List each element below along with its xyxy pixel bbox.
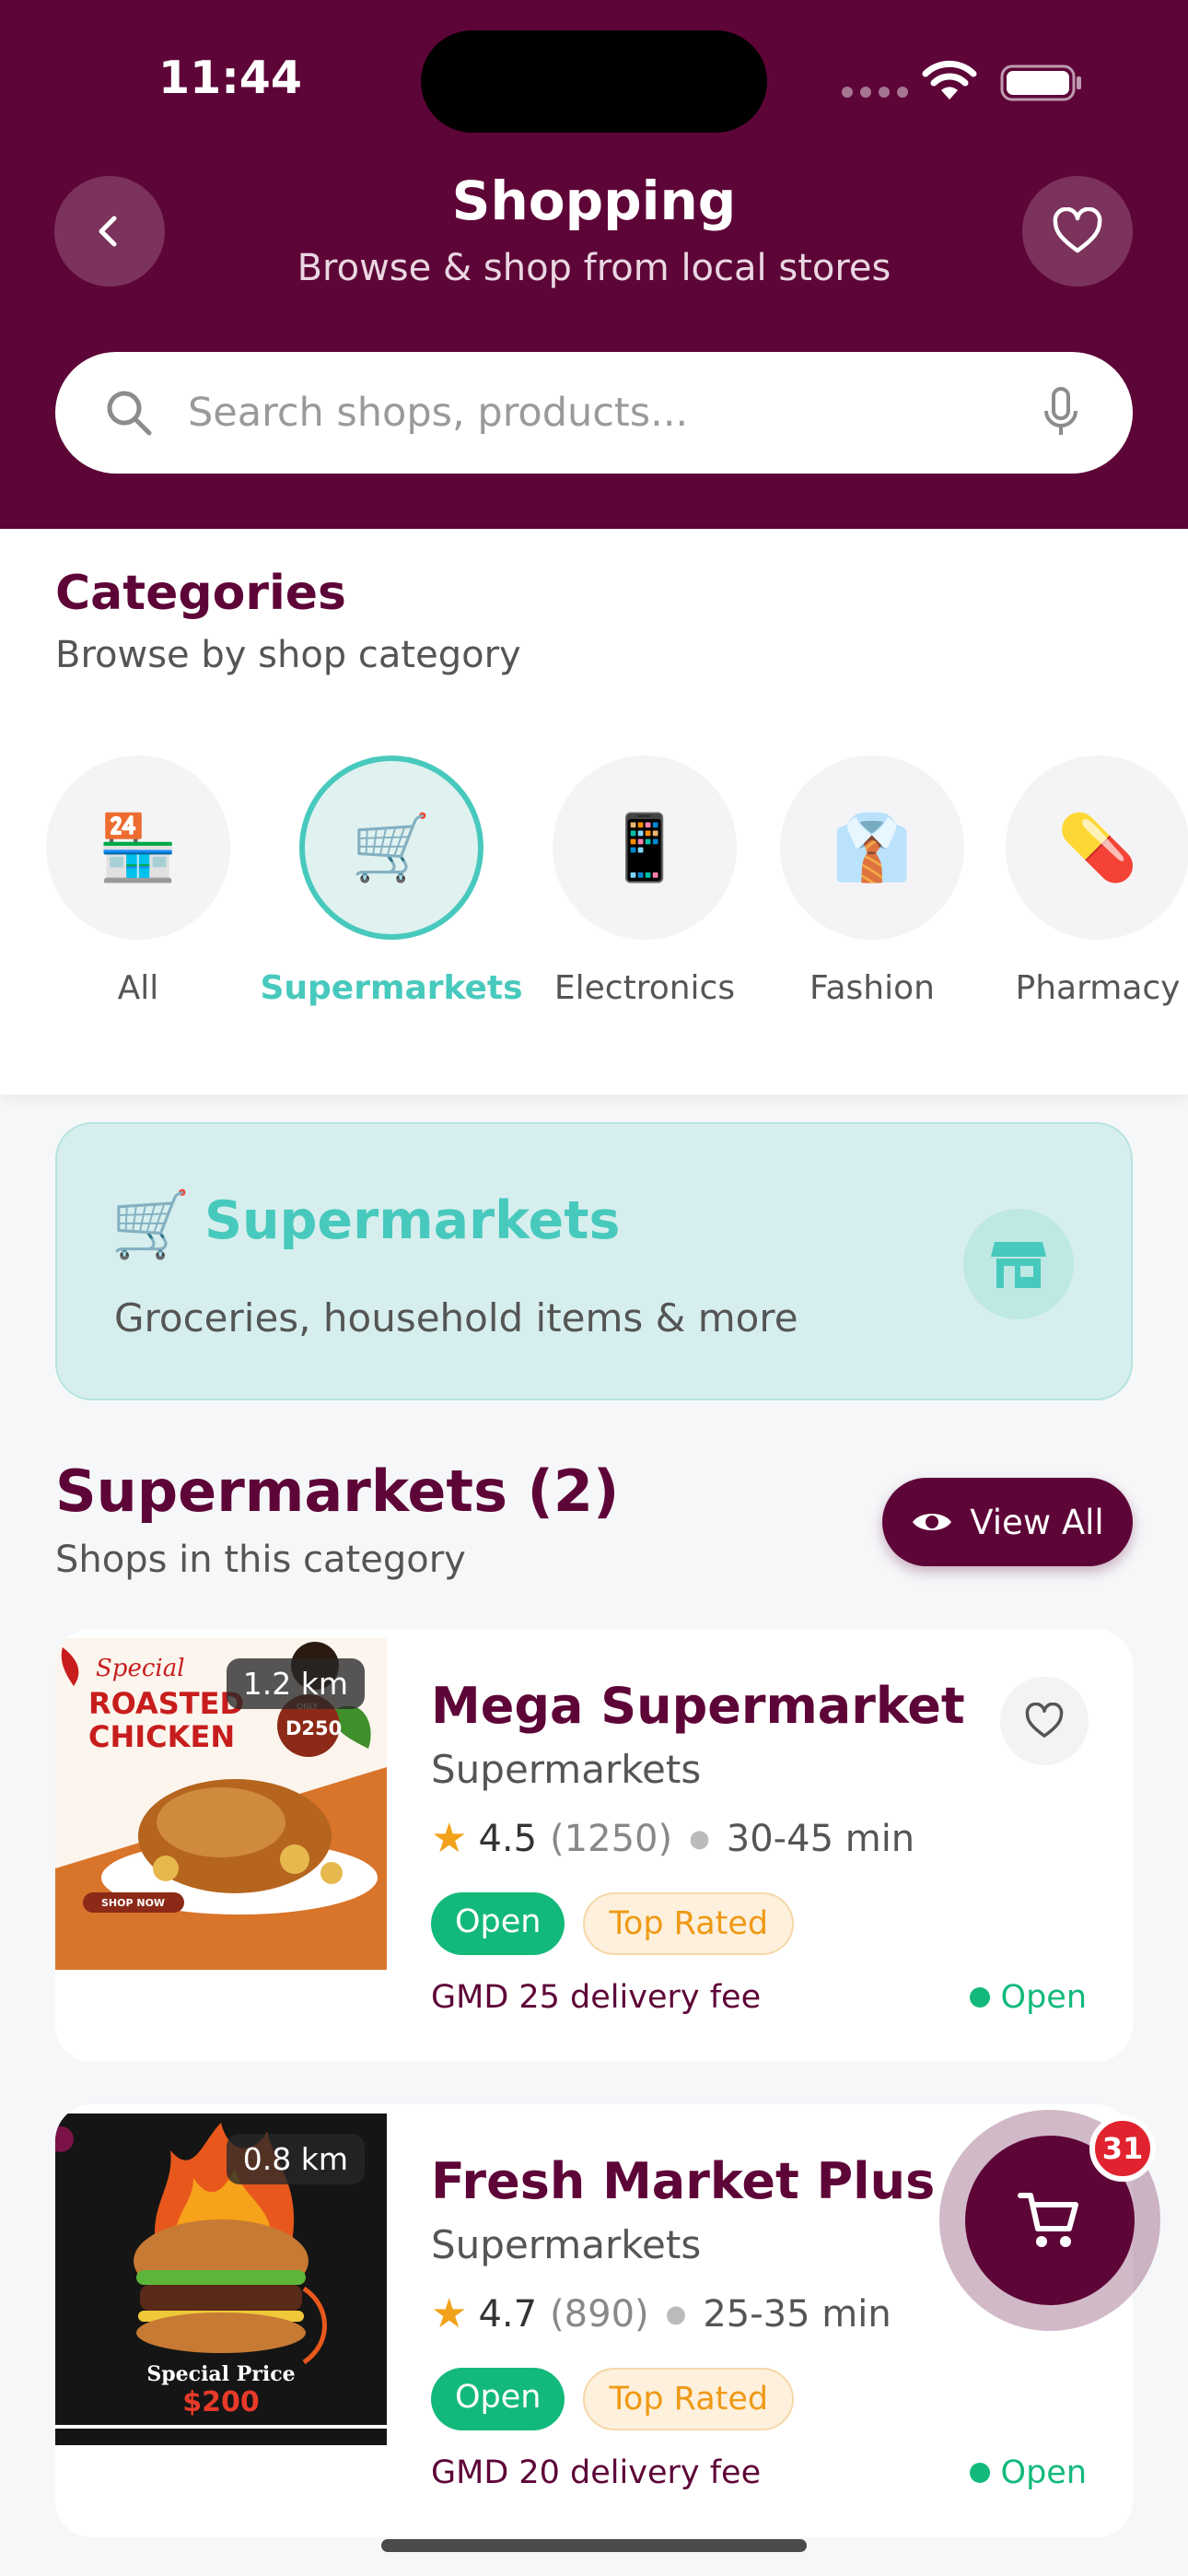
shop-name: Mega Supermarket — [431, 1677, 965, 1735]
favorites-button[interactable] — [1022, 176, 1133, 287]
star-icon: ★ — [431, 2290, 468, 2337]
shop-category: Supermarkets — [431, 2222, 702, 2267]
promo-roasted-text: ROASTED — [88, 1686, 245, 1721]
search-icon — [107, 391, 152, 436]
phone-icon: 📱 — [553, 755, 737, 940]
shop-category: Supermarkets — [431, 1747, 702, 1792]
open-tag: Open — [431, 2368, 565, 2430]
wifi-icon — [922, 60, 977, 100]
category-supermarkets[interactable]: 🛒 Supermarkets — [260, 755, 523, 1032]
banner-title: Supermarkets — [204, 1190, 621, 1251]
search-bar[interactable] — [55, 352, 1133, 474]
open-tag: Open — [431, 1892, 565, 1955]
status-time: 11:44 — [158, 52, 302, 104]
eye-icon — [913, 1514, 952, 1530]
promo-price-text: $200 — [182, 2386, 260, 2418]
pill-icon: 💊 — [1006, 755, 1188, 940]
tags: Open Top Rated — [431, 2368, 795, 2430]
banner-subtitle: Groceries, household items & more — [114, 1295, 798, 1341]
categories-subtitle: Browse by shop category — [55, 634, 521, 676]
open-status: Open — [970, 2454, 1087, 2491]
separator-dot: ● — [689, 1824, 710, 1853]
shops-list-title: Supermarkets (2) — [55, 1458, 620, 1525]
star-icon: ★ — [431, 1815, 468, 1862]
review-count: (1250) — [550, 1817, 673, 1860]
header: 11:44 Shopping Browse & shop from local … — [0, 0, 1188, 529]
shop-card-mega-supermarket[interactable]: Special ROASTED CHICKEN ONLY D250 SHOP N… — [55, 1629, 1133, 2062]
promo-chicken-text: CHICKEN — [88, 1719, 236, 1754]
shop-image: Special Price $200 0.8 km — [55, 2113, 387, 2445]
cart-icon — [1018, 2193, 1078, 2247]
rating-value: 4.7 — [478, 2292, 538, 2336]
category-banner: 🛒 Supermarkets Groceries, household item… — [55, 1122, 1133, 1400]
categories-section: Categories Browse by shop category 🏪 All… — [0, 529, 1188, 1095]
tags: Open Top Rated — [431, 1892, 795, 1955]
review-count: (890) — [550, 2292, 649, 2336]
delivery-fee: GMD 25 delivery fee — [431, 1979, 762, 2016]
category-fashion[interactable]: 👔 Fashion — [752, 755, 992, 1032]
shopping-cart-icon: 🛒 — [111, 1187, 192, 1262]
shirt-tie-icon: 👔 — [780, 755, 964, 940]
heart-icon — [1025, 1703, 1064, 1738]
page-title: Shopping — [451, 170, 737, 232]
category-label: All — [117, 969, 159, 1007]
delivery-time: 30-45 min — [726, 1817, 915, 1860]
view-all-label: View All — [970, 1502, 1104, 1542]
storefront-icon — [963, 1209, 1074, 1319]
promo-price-text: D250 — [285, 1717, 343, 1739]
promo-special-text: Special — [96, 1655, 185, 1682]
heart-icon — [1053, 207, 1102, 253]
delivery-time: 25-35 min — [703, 2292, 891, 2336]
shops-list-subtitle: Shops in this category — [55, 1539, 466, 1581]
rating-row: ★ 4.5 (1250) ● 30-45 min — [431, 1815, 914, 1862]
favorite-shop-button[interactable] — [1000, 1677, 1089, 1765]
category-electronics[interactable]: 📱 Electronics — [525, 755, 764, 1032]
separator-dot: ● — [665, 2300, 687, 2328]
top-rated-tag: Top Rated — [583, 1892, 795, 1955]
distance-badge: 1.2 km — [226, 1658, 365, 1709]
top-rated-tag: Top Rated — [583, 2368, 795, 2430]
promo-cta-text: SHOP NOW — [101, 1897, 166, 1909]
shop-name: Fresh Market Plus — [431, 2152, 936, 2210]
cellular-signal-icon — [842, 87, 908, 98]
search-input[interactable] — [188, 385, 1017, 440]
shop-image: Special ROASTED CHICKEN ONLY D250 SHOP N… — [55, 1638, 387, 1970]
delivery-fee: GMD 20 delivery fee — [431, 2454, 762, 2491]
cart-count-badge: 31 — [1089, 2115, 1156, 2182]
dynamic-island — [421, 30, 767, 133]
battery-icon — [1000, 64, 1081, 101]
shopping-cart-icon: 🛒 — [299, 755, 483, 940]
page-subtitle: Browse & shop from local stores — [297, 247, 891, 289]
rating-value: 4.5 — [478, 1817, 538, 1860]
category-label: Supermarkets — [260, 969, 523, 1007]
promo-special-price-text: Special Price — [146, 2362, 296, 2386]
category-label: Pharmacy — [1015, 969, 1181, 1007]
microphone-icon[interactable] — [1041, 387, 1081, 439]
open-status: Open — [970, 1979, 1087, 2016]
category-all[interactable]: 🏪 All — [18, 755, 258, 1032]
categories-title: Categories — [55, 566, 347, 621]
distance-badge: 0.8 km — [226, 2134, 365, 2184]
rating-row: ★ 4.7 (890) ● 25-35 min — [431, 2290, 891, 2337]
home-indicator[interactable] — [381, 2539, 807, 2552]
category-pharmacy[interactable]: 💊 Pharmacy — [978, 755, 1188, 1032]
store-icon: 🏪 — [46, 755, 230, 940]
view-all-button[interactable]: View All — [882, 1478, 1133, 1566]
